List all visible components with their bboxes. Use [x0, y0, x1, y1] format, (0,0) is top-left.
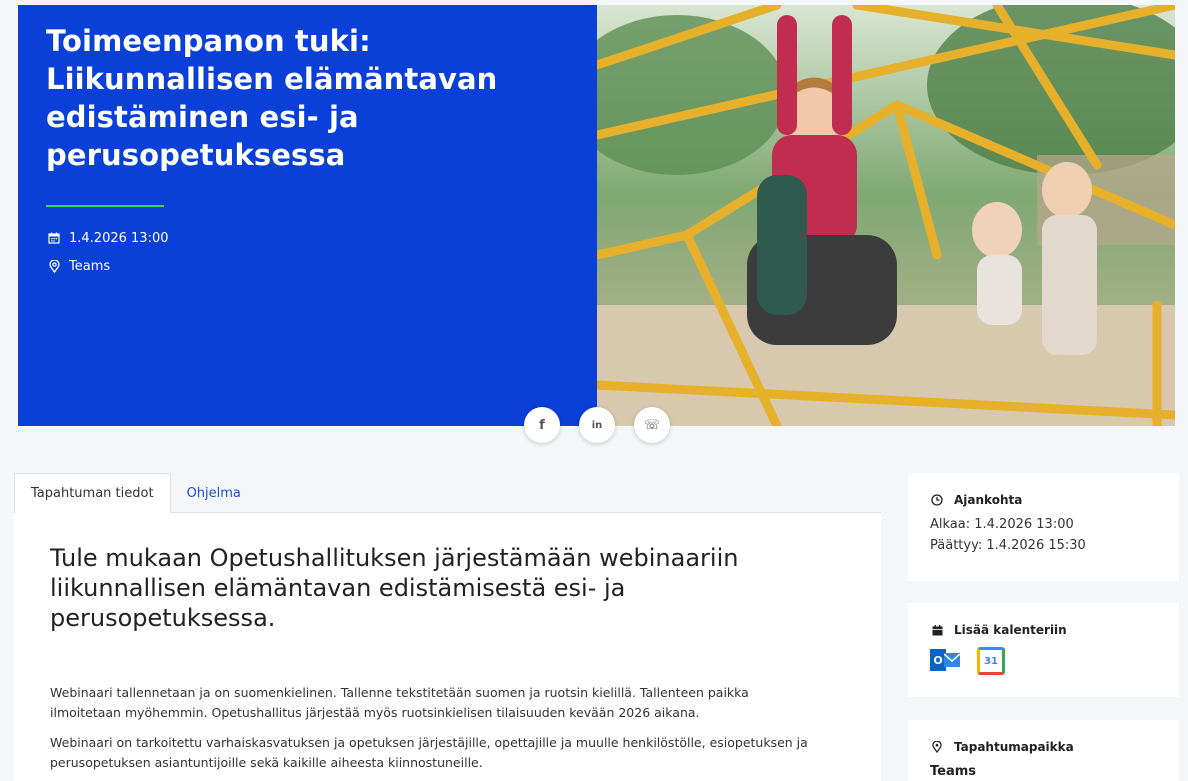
- event-title: Toimeenpanon tuki: Liikunnallisen elämän…: [46, 24, 498, 172]
- linkedin-share-button[interactable]: in: [579, 407, 615, 443]
- whatsapp-icon: ☏: [643, 417, 661, 433]
- hero-image: [597, 5, 1175, 426]
- clock-icon: [930, 494, 944, 506]
- event-date-row: 1.4.2026 13:00: [46, 224, 569, 252]
- time-card: Ajankohta Alkaa: 1.4.2026 13:00 Päättyy:…: [908, 473, 1179, 581]
- calendar-card: Lisää kalenteriin O 31: [908, 603, 1179, 697]
- calendar-links: O 31: [930, 647, 1157, 675]
- time-card-header: Ajankohta: [930, 493, 1157, 507]
- event-hero: Toimeenpanon tuki: Liikunnallisen elämän…: [18, 5, 1175, 426]
- calendar-icon: [930, 624, 944, 636]
- outlook-calendar-button[interactable]: O: [930, 647, 961, 675]
- event-location-row: Teams: [46, 252, 569, 280]
- event-start: Alkaa: 1.4.2026 13:00: [930, 517, 1074, 532]
- event-date: 1.4.2026 13:00: [69, 230, 169, 246]
- event-location: Teams: [69, 258, 111, 274]
- venue-card-title: Tapahtumapaikka: [954, 740, 1074, 754]
- linkedin-icon: in: [591, 419, 603, 431]
- playground-photo: [597, 5, 1175, 426]
- tab-program[interactable]: Ohjelma: [171, 473, 257, 513]
- description-heading: Tule mukaan Opetushallituksen järjestämä…: [50, 544, 739, 632]
- facebook-icon: f: [539, 417, 545, 433]
- venue-name: Teams: [930, 764, 977, 779]
- description-paragraph: Webinaari tallennetaan ja on suomenkieli…: [50, 685, 749, 720]
- calendar-card-header: Lisää kalenteriin: [930, 623, 1157, 637]
- event-description: Tule mukaan Opetushallituksen järjestämä…: [14, 513, 881, 781]
- tab-event-details[interactable]: Tapahtuman tiedot: [14, 473, 171, 513]
- calendar-card-title: Lisää kalenteriin: [954, 623, 1067, 637]
- outlook-envelope-icon: [943, 653, 961, 667]
- hero-panel: Toimeenpanon tuki: Liikunnallisen elämän…: [18, 5, 597, 426]
- share-buttons: f in ☏: [524, 407, 670, 443]
- facebook-share-button[interactable]: f: [524, 407, 560, 443]
- calendar-icon: [46, 232, 62, 244]
- description-paragraph: Webinaari on tarkoitettu varhaiskasvatuk…: [50, 735, 808, 770]
- venue-card-header: Tapahtumapaikka: [930, 740, 1157, 754]
- location-pin-icon: [46, 259, 62, 273]
- venue-card: Tapahtumapaikka Teams: [908, 720, 1179, 781]
- event-end: Päättyy: 1.4.2026 15:30: [930, 538, 1086, 553]
- google-calendar-button[interactable]: 31: [977, 647, 1005, 675]
- whatsapp-share-button[interactable]: ☏: [634, 407, 670, 443]
- title-divider: [46, 205, 164, 207]
- event-meta: 1.4.2026 13:00 Teams: [46, 224, 569, 280]
- time-card-title: Ajankohta: [954, 493, 1023, 507]
- event-tabs: Tapahtuman tiedot Ohjelma: [14, 473, 881, 513]
- google-calendar-icon: 31: [984, 655, 998, 667]
- location-pin-icon: [930, 741, 944, 753]
